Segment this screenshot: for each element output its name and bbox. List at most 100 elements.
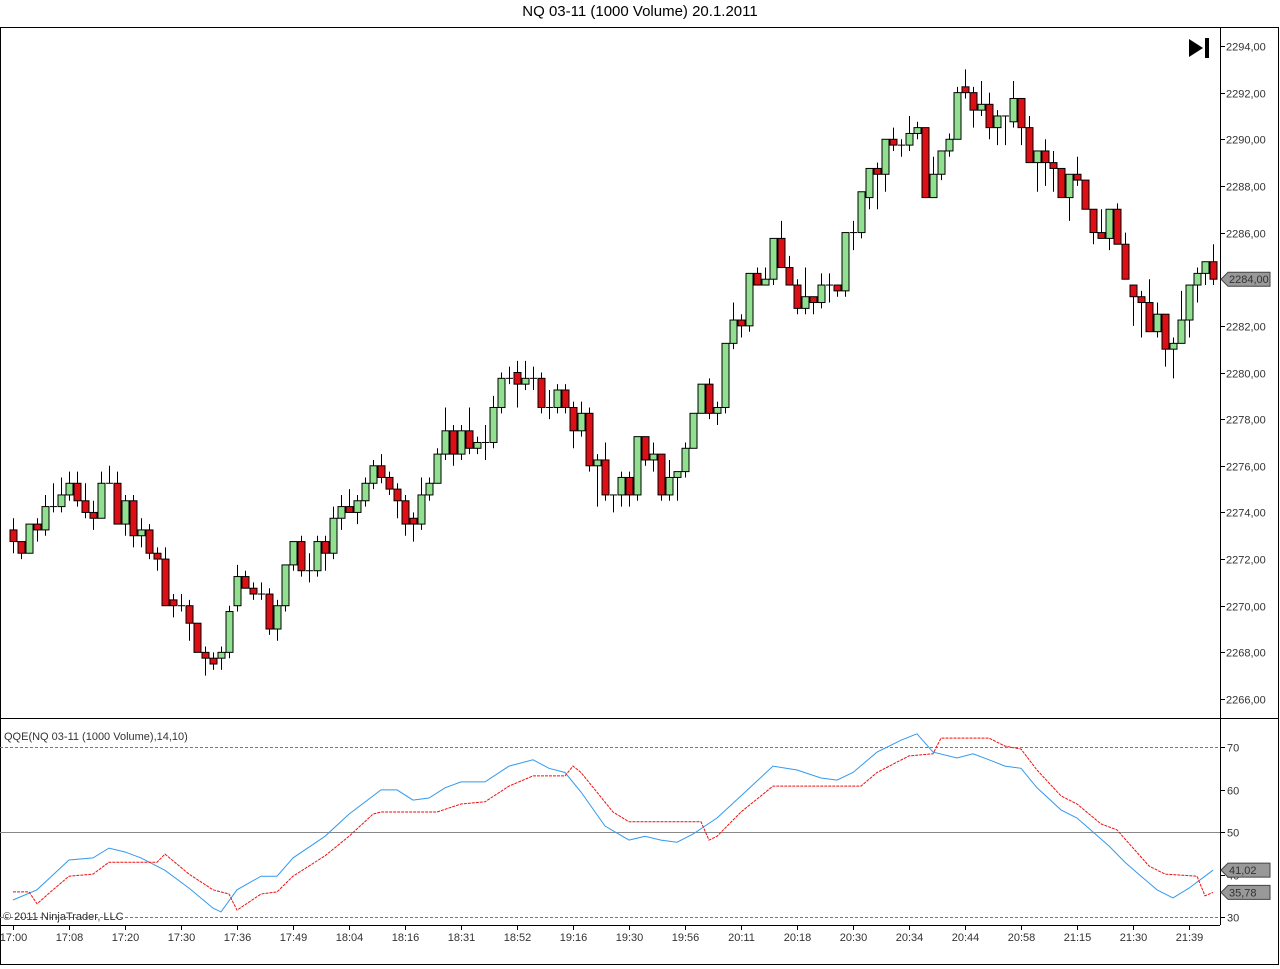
candlestick <box>1121 232 1130 280</box>
time-tick-label: 19:16 <box>560 932 588 944</box>
candlestick <box>546 389 553 420</box>
candle-body-up <box>121 500 130 525</box>
candle-body-down <box>185 605 194 624</box>
candle-body-down <box>81 500 90 513</box>
candlestick <box>769 237 778 286</box>
candle-body-down <box>393 488 402 502</box>
candlestick <box>898 139 905 157</box>
candle-body-down <box>297 541 306 572</box>
candlestick <box>1073 156 1082 186</box>
candle-body-up <box>441 430 450 455</box>
candle-body-up <box>769 237 778 280</box>
candlestick <box>673 471 682 501</box>
candle-body-up <box>57 494 66 508</box>
candle-body-down <box>129 500 138 537</box>
candlestick <box>610 494 617 513</box>
candlestick <box>106 465 113 484</box>
candle-body-down <box>705 383 714 414</box>
candle-body-up <box>913 127 922 134</box>
candlestick <box>57 477 66 513</box>
time-tick-label: 18:31 <box>448 932 476 944</box>
candlestick <box>657 453 666 501</box>
time-tick-label: 17:30 <box>168 932 196 944</box>
candle-body-down <box>889 138 898 146</box>
candle-body-up <box>721 342 730 408</box>
candlestick <box>297 535 306 577</box>
candlestick <box>705 378 714 420</box>
candlestick <box>857 191 866 239</box>
time-tick-label: 20:18 <box>784 932 812 944</box>
candle-body-up <box>593 459 602 467</box>
candlestick <box>873 162 882 210</box>
candle-body-up <box>1105 208 1114 239</box>
candle-body-up <box>1033 150 1042 164</box>
candle-body-down <box>153 552 162 560</box>
qqe-indicator-label: QQE(NQ 03-11 (1000 Volume),14,10) <box>4 731 188 743</box>
candle-body-up <box>1177 319 1186 344</box>
candlestick <box>201 646 210 676</box>
candlestick <box>817 273 826 309</box>
candlestick <box>889 127 898 151</box>
candle-body-down <box>1209 261 1218 280</box>
candle-body-up <box>905 132 914 146</box>
qqe-fast-line <box>12 733 1214 913</box>
candlestick <box>401 494 410 536</box>
candlestick <box>977 80 986 116</box>
candle-body-up <box>361 482 370 502</box>
candlestick <box>1169 337 1178 379</box>
candle-body-down <box>1113 208 1122 245</box>
candlestick <box>697 383 706 414</box>
time-tick-label: 20:58 <box>1008 932 1036 944</box>
candlestick <box>73 471 82 507</box>
candlestick <box>385 471 394 495</box>
candlestick <box>433 448 442 484</box>
price-tick-label: 2288,00 <box>1226 182 1266 194</box>
candlestick <box>1193 267 1202 303</box>
candlestick <box>761 267 770 286</box>
qqe-slow-line <box>13 737 1214 911</box>
candlestick <box>953 86 962 140</box>
candlestick <box>937 150 946 181</box>
candlestick <box>665 459 674 501</box>
candle-body-up <box>681 447 690 473</box>
candle-body-up <box>457 430 466 455</box>
chart-canvas[interactable]: 2266,00 2268,00 2270,00 2272,00 2274,00 2276,… <box>0 0 1280 969</box>
candlestick <box>33 518 42 542</box>
candle-body-down <box>873 167 882 175</box>
candlestick <box>1009 80 1018 128</box>
qqe-tick-label: 30 <box>1227 913 1239 925</box>
candle-body-up <box>1065 173 1074 199</box>
candlestick <box>465 407 474 455</box>
candle-body-up <box>233 576 242 607</box>
time-tick-label: 17:00 <box>0 932 27 944</box>
candle-body-up <box>353 500 362 513</box>
candlestick <box>249 582 258 600</box>
time-tick-label: 18:52 <box>504 932 532 944</box>
candlestick <box>729 302 738 350</box>
candlestick <box>209 652 218 670</box>
scroll-to-end-icon[interactable] <box>1189 38 1209 58</box>
candle-body-up <box>25 523 34 554</box>
candlestick <box>617 471 626 507</box>
candlestick <box>905 115 914 151</box>
candlestick <box>482 424 489 460</box>
candle-body-up <box>369 465 378 484</box>
candle-body-down <box>1073 173 1082 181</box>
candle-body-down <box>209 657 218 665</box>
candlestick <box>337 494 346 530</box>
candlestick <box>801 267 810 315</box>
time-tick-label: 20:11 <box>728 932 755 944</box>
candlestick <box>457 424 466 460</box>
price-tick-label: 2294,00 <box>1226 42 1266 54</box>
candlestick <box>1209 244 1218 286</box>
price-tick-label: 2274,00 <box>1226 508 1266 520</box>
candle-body-down <box>1089 208 1098 234</box>
candle-body-down <box>1081 179 1090 210</box>
price-tick-label: 2270,00 <box>1226 602 1266 614</box>
candle-body-down <box>833 284 842 292</box>
candlestick <box>1129 284 1138 326</box>
candle-body-up <box>65 482 74 496</box>
candle-body-down <box>113 482 122 525</box>
candlestick <box>561 384 570 414</box>
candlestick <box>25 523 34 554</box>
